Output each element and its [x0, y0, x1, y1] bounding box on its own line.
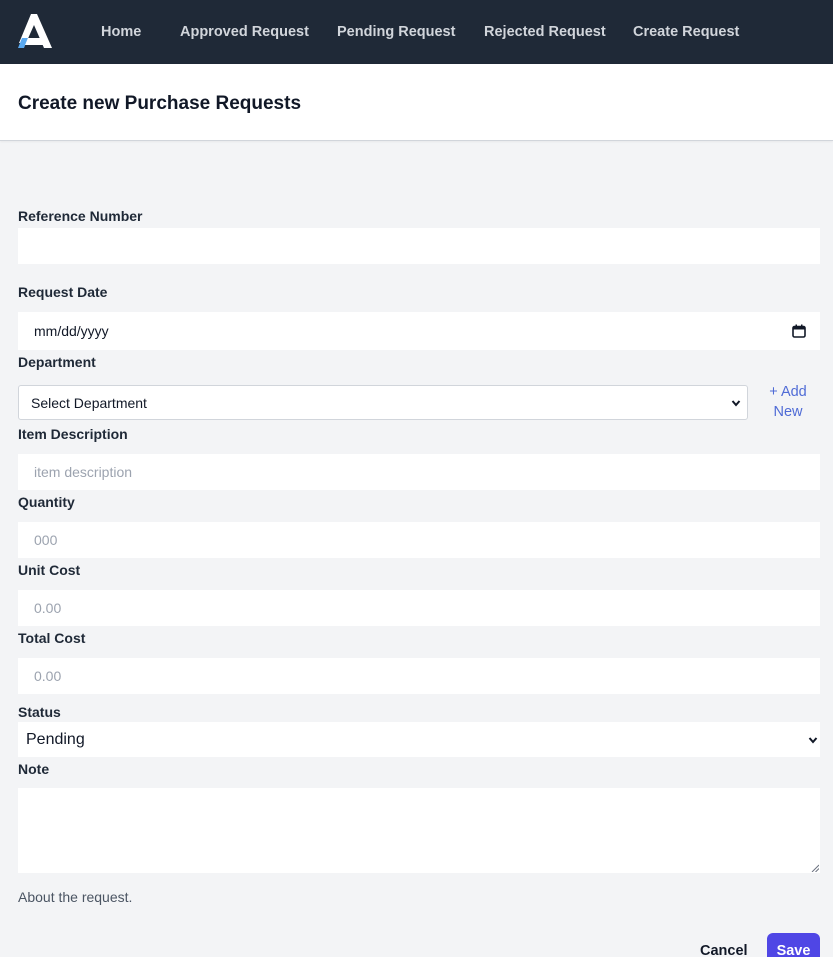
reference-number-label: Reference Number: [18, 208, 143, 224]
chevron-down-icon: [731, 399, 741, 407]
add-new-department-link[interactable]: + Add New: [762, 382, 814, 422]
quantity-input[interactable]: 000: [18, 522, 820, 558]
page-title: Create new Purchase Requests: [18, 93, 302, 114]
total-cost-label: Total Cost: [18, 630, 86, 646]
reference-number-input[interactable]: [18, 228, 820, 264]
status-label: Status: [18, 704, 61, 720]
total-cost-input[interactable]: 0.00: [18, 658, 820, 694]
nav-rejected-request[interactable]: Rejected Request: [484, 24, 606, 40]
nav-home[interactable]: Home: [101, 24, 141, 40]
status-select[interactable]: Pending: [18, 722, 820, 757]
status-selected-value: Pending: [26, 730, 85, 748]
department-selected-value: Select Department: [31, 394, 147, 411]
note-help-text: About the request.: [18, 889, 133, 905]
item-description-label: Item Description: [18, 426, 128, 442]
quantity-label: Quantity: [18, 494, 75, 510]
request-date-input[interactable]: mm/dd/yyyy: [18, 312, 820, 350]
page-header: Create new Purchase Requests: [0, 64, 833, 141]
note-textarea[interactable]: [18, 788, 820, 873]
calendar-icon[interactable]: [792, 324, 806, 338]
unit-cost-label: Unit Cost: [18, 562, 81, 578]
department-label: Department: [18, 354, 96, 370]
request-date-label: Request Date: [18, 284, 108, 300]
request-date-placeholder: mm/dd/yyyy: [34, 323, 109, 339]
resize-handle-icon[interactable]: [811, 864, 819, 872]
save-button[interactable]: Save: [767, 933, 820, 957]
brand-logo-icon[interactable]: [16, 14, 52, 50]
department-select[interactable]: Select Department: [18, 385, 748, 420]
chevron-down-icon: [808, 736, 818, 744]
unit-cost-input[interactable]: 0.00: [18, 590, 820, 626]
nav-pending-request[interactable]: Pending Request: [337, 24, 455, 40]
note-label: Note: [18, 761, 50, 777]
cancel-button[interactable]: Cancel: [700, 943, 748, 957]
item-description-input[interactable]: item description: [18, 454, 820, 490]
top-navbar: Home Approved Request Pending Request Re…: [0, 0, 833, 64]
nav-create-request[interactable]: Create Request: [633, 24, 739, 40]
nav-approved-request[interactable]: Approved Request: [180, 24, 309, 40]
